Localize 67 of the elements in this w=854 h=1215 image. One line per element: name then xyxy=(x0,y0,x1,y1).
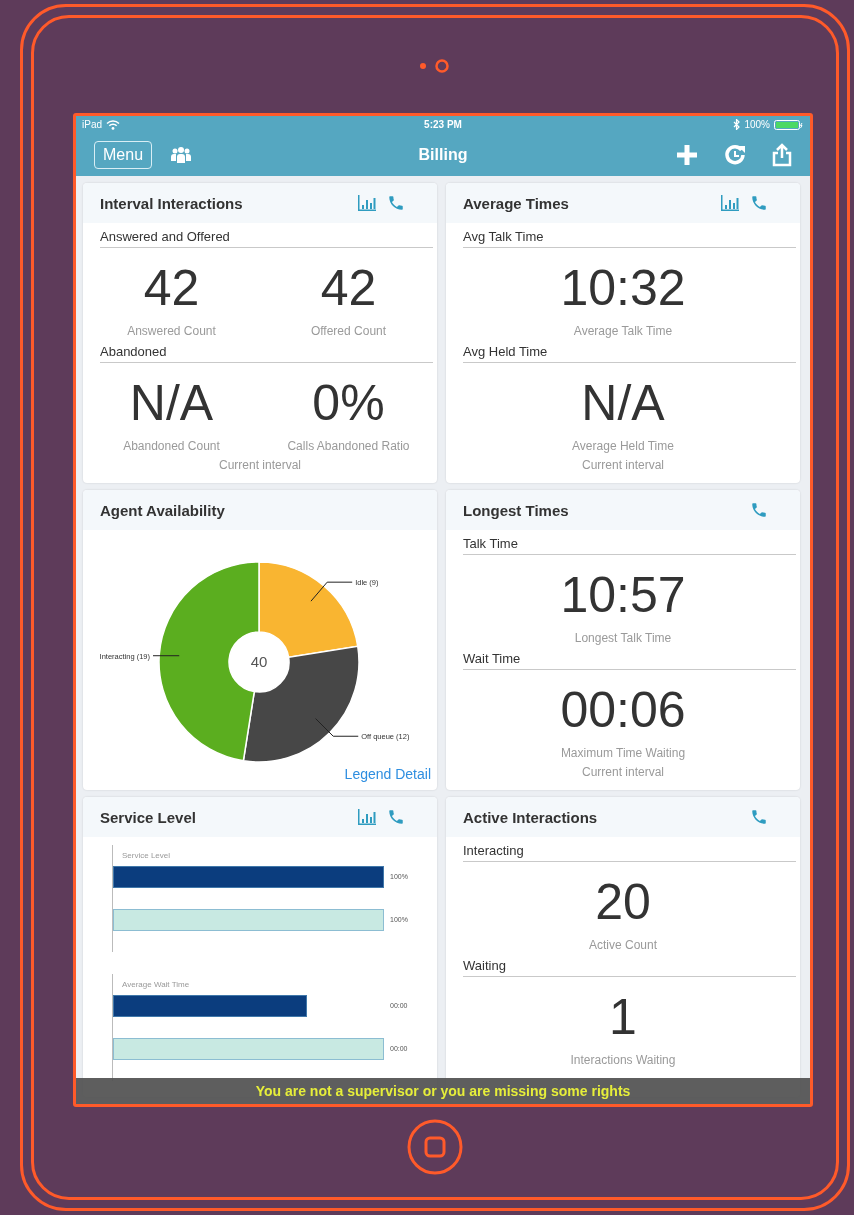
section-label: Wait Time xyxy=(463,651,796,670)
section-label: Interacting xyxy=(463,843,796,862)
battery-icon xyxy=(774,119,804,130)
menu-button[interactable]: Menu xyxy=(94,140,153,169)
phone-icon[interactable] xyxy=(750,194,768,212)
people-group-icon[interactable] xyxy=(170,145,193,164)
section-label: Waiting xyxy=(463,958,796,977)
phone-icon[interactable] xyxy=(750,808,768,826)
metric-value: 00:06 xyxy=(560,682,686,738)
status-time: 5:23 PM xyxy=(424,119,462,131)
section-label: Avg Talk Time xyxy=(463,229,796,248)
phone-icon[interactable] xyxy=(387,194,405,212)
leader-line xyxy=(315,718,359,737)
carrier-label: iPad xyxy=(82,119,102,131)
leader-line xyxy=(152,655,180,657)
metric-value: 10:32 xyxy=(560,260,686,316)
metric-value: N/A xyxy=(581,375,665,431)
camera-icon xyxy=(419,57,451,74)
metric-value: 42 xyxy=(320,260,377,316)
metric-value: 0% xyxy=(312,375,385,431)
phone-icon[interactable] xyxy=(387,808,405,826)
home-button[interactable] xyxy=(407,1119,463,1175)
warning-toast: You are not a supervisor or you are missing some rights xyxy=(76,1078,810,1104)
metric-value: 10:57 xyxy=(560,567,686,623)
metric-caption: Calls Abandoned Ratio xyxy=(287,439,410,453)
metric-caption: Maximum Time Waiting xyxy=(560,746,686,760)
metric-value: 42 xyxy=(143,260,200,316)
screen-title: Billing xyxy=(418,145,468,164)
metric-caption: Active Count xyxy=(588,938,657,952)
section-label: Talk Time xyxy=(463,536,796,555)
donut-total: 40 xyxy=(250,653,268,670)
bar-chart-icon[interactable] xyxy=(357,195,377,211)
interval-label: Current interval xyxy=(218,458,302,472)
plus-icon[interactable] xyxy=(676,143,698,166)
section-label: Avg Held Time xyxy=(463,344,796,363)
metric-value: 20 xyxy=(595,874,651,930)
bluetooth-icon xyxy=(733,119,741,131)
metric-caption: Average Held Time xyxy=(572,439,674,453)
metric-value: 1 xyxy=(609,989,637,1045)
bar-chart-icon[interactable] xyxy=(720,195,740,211)
section-label: Abandoned xyxy=(100,344,433,363)
bar-chart-icon[interactable] xyxy=(357,809,377,825)
card-title: Interval Interactions xyxy=(100,194,243,212)
card-title: Average Times xyxy=(463,194,569,212)
share-icon[interactable] xyxy=(772,142,792,167)
interval-label: Current interval xyxy=(581,765,665,779)
wifi-icon xyxy=(106,119,120,130)
clock-refresh-icon[interactable] xyxy=(724,143,746,166)
bar-chart-title: Service Level xyxy=(122,851,172,860)
metric-caption: Interactions Waiting xyxy=(570,1053,676,1067)
legend-detail-link[interactable]: Legend Detail xyxy=(344,766,431,782)
battery-percent: 100% xyxy=(744,119,770,131)
card-title: Active Interactions xyxy=(463,808,598,826)
card-title: Service Level xyxy=(100,808,196,826)
leader-line xyxy=(310,581,353,602)
card-title: Longest Times xyxy=(463,501,569,519)
phone-icon[interactable] xyxy=(750,501,768,519)
card-title: Agent Availability xyxy=(100,501,225,519)
metric-caption: Average Talk Time xyxy=(573,324,673,338)
bar-chart-title: Average Wait Time xyxy=(122,980,191,989)
metric-value: N/A xyxy=(129,375,214,431)
metric-caption: Answered Count xyxy=(127,324,216,338)
section-label: Answered and Offered xyxy=(100,229,433,248)
metric-caption: Longest Talk Time xyxy=(574,631,672,645)
metric-caption: Abandoned Count xyxy=(123,439,220,453)
interval-label: Current interval xyxy=(581,458,665,472)
metric-caption: Offered Count xyxy=(310,324,387,338)
